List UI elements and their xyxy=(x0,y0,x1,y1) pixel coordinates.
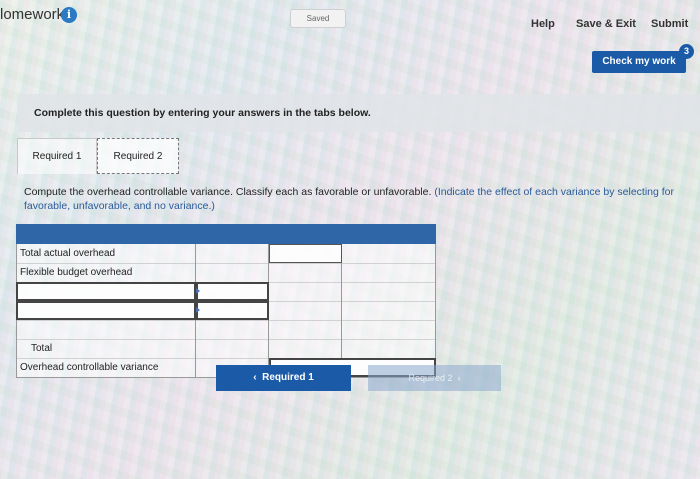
instruction-bar: Complete this question by entering your … xyxy=(17,94,700,132)
app-title: lomework xyxy=(0,6,65,23)
check-count-badge: 3 xyxy=(679,44,694,59)
chevron-right-icon: › xyxy=(457,373,461,383)
instruction-text: Complete this question by entering your … xyxy=(34,107,371,119)
check-my-work-button[interactable]: Check my work xyxy=(592,51,686,73)
tab-required-1[interactable]: Required 1 xyxy=(17,138,97,174)
label-select[interactable] xyxy=(16,301,196,320)
info-icon[interactable]: i xyxy=(61,7,77,23)
help-link[interactable]: Help xyxy=(531,18,555,30)
chevron-left-icon: ‹ xyxy=(253,372,257,383)
next-required-button: Required 2 › xyxy=(368,365,501,391)
amount-input[interactable] xyxy=(269,244,342,263)
table-row xyxy=(16,301,436,321)
row-label: Flexible budget overhead xyxy=(16,263,196,282)
label-select[interactable] xyxy=(16,282,196,301)
table-row xyxy=(16,320,436,340)
previous-required-label: Required 1 xyxy=(262,372,314,383)
table-row: Total actual overhead xyxy=(16,244,436,264)
save-exit-link[interactable]: Save & Exit xyxy=(576,18,636,30)
next-required-label: Required 2 xyxy=(408,373,453,383)
question-prompt: Compute the overhead controllable varian… xyxy=(24,185,689,213)
previous-required-button[interactable]: ‹ Required 1 xyxy=(216,365,351,391)
table-header xyxy=(16,224,436,244)
variance-table: Total actual overhead Flexible budget ov… xyxy=(16,224,436,378)
table-row: Flexible budget overhead xyxy=(16,263,436,283)
question-text: Compute the overhead controllable varian… xyxy=(24,186,432,198)
amount-input[interactable] xyxy=(196,282,269,301)
tab-required-2[interactable]: Required 2 xyxy=(97,138,179,174)
amount-input[interactable] xyxy=(196,301,269,320)
caret-right-icon xyxy=(196,307,200,313)
submit-link[interactable]: Submit xyxy=(651,18,688,30)
saved-status-badge: Saved xyxy=(290,9,346,28)
table-row xyxy=(16,282,436,302)
row-label: Overhead controllable variance xyxy=(16,358,196,377)
table-row: Total xyxy=(16,339,436,359)
row-label: Total actual overhead xyxy=(16,244,196,263)
row-label: Total xyxy=(16,339,196,358)
caret-right-icon xyxy=(196,288,200,294)
